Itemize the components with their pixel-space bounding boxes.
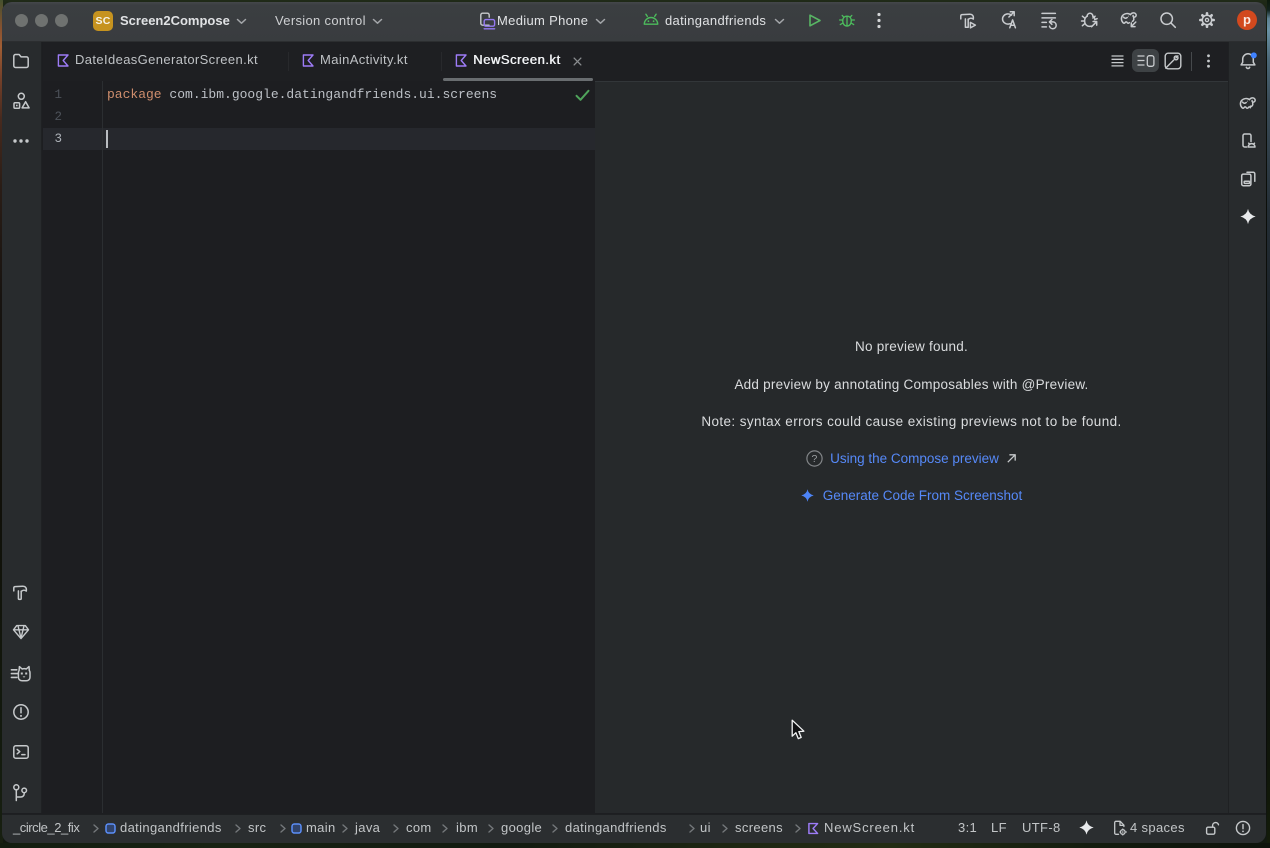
- svg-text:?: ?: [812, 453, 818, 465]
